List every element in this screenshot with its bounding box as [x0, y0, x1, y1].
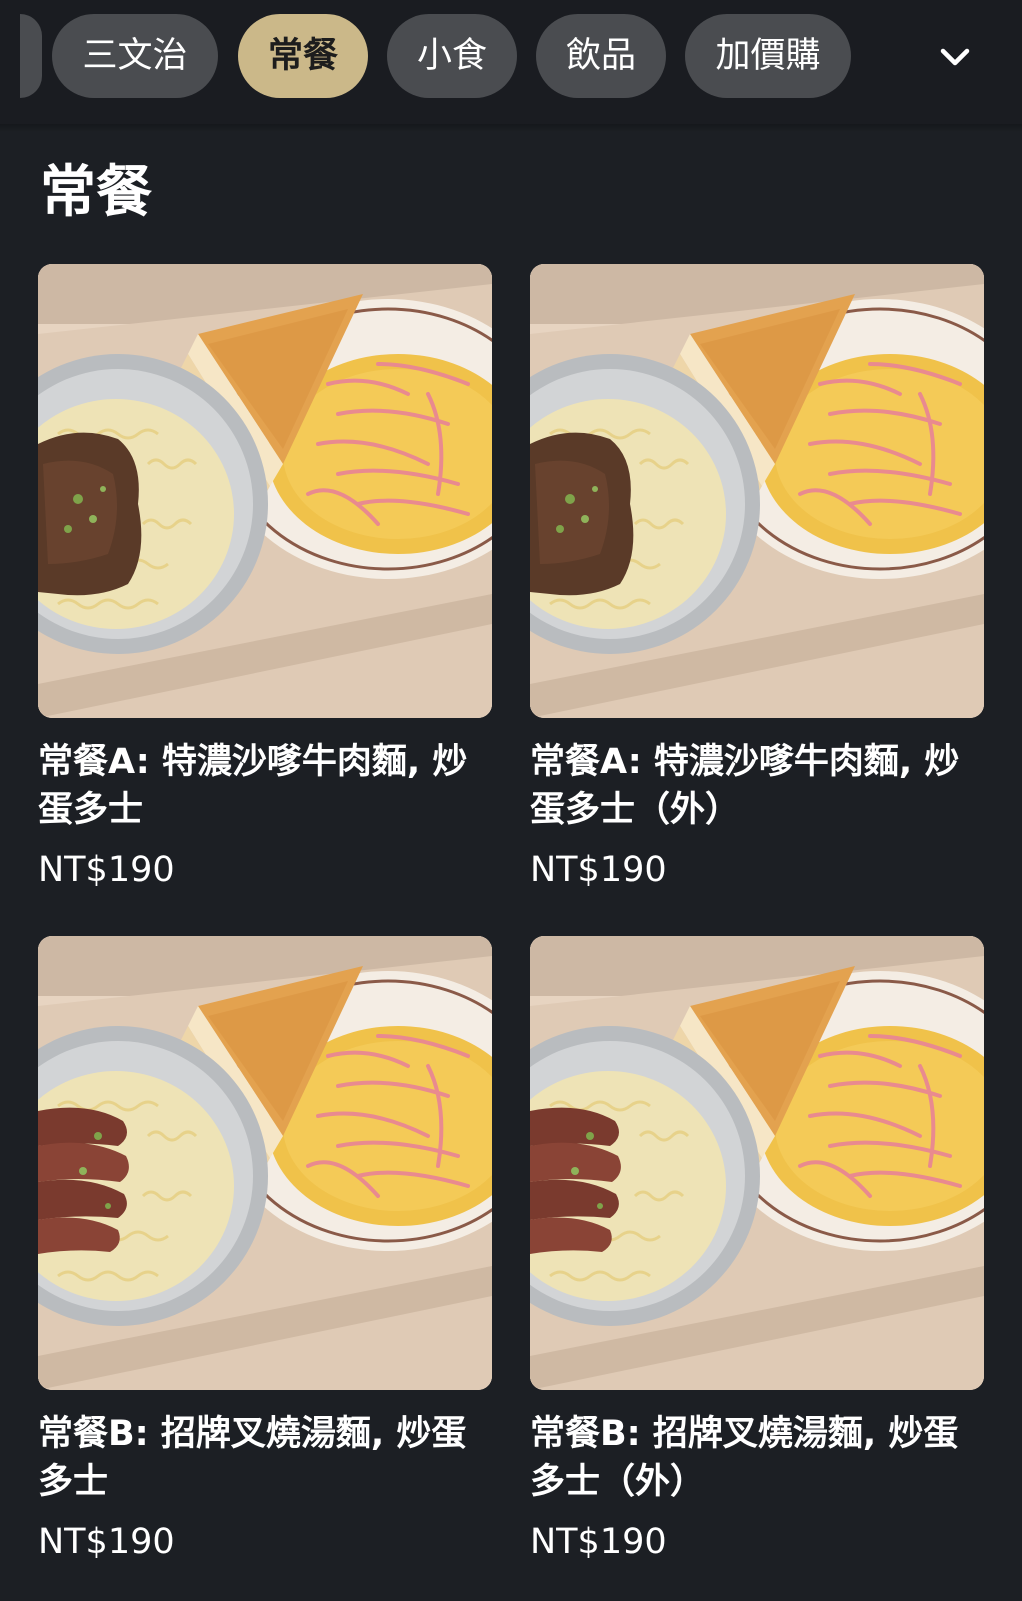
product-photo-beef-noodle-set[interactable]: [530, 264, 984, 718]
product-card[interactable]: 常餐A: 特濃沙嗲牛肉麵, 炒蛋多士 NT$190: [38, 264, 492, 892]
product-photo-char-siu-noodle-set[interactable]: [530, 936, 984, 1390]
category-chip-add-on[interactable]: 加價購: [685, 14, 851, 98]
product-price: NT$190: [530, 1522, 667, 1562]
category-bar[interactable]: 三文治 常餐 小食 飲品 加價購: [0, 0, 1022, 124]
product-name: 常餐A: 特濃沙嗲牛肉麵, 炒蛋多士: [38, 742, 468, 830]
product-price: NT$190: [530, 850, 667, 890]
beef-slices: [530, 432, 634, 596]
category-chip-sandwich[interactable]: 三文治: [52, 14, 218, 98]
category-chip-snacks[interactable]: 小食: [387, 14, 517, 98]
product-card[interactable]: 常餐B: 招牌叉燒湯麵, 炒蛋多士（外） NT$190: [530, 936, 984, 1564]
product-photo-char-siu-noodle-set[interactable]: [38, 936, 492, 1390]
product-price: NT$190: [38, 1522, 175, 1562]
product-name: 常餐B: 招牌叉燒湯麵, 炒蛋多士（外）: [530, 1414, 959, 1502]
menu-page: 三文治 常餐 小食 飲品 加價購 常餐 常餐A: 特濃沙嗲牛肉麵, 炒蛋多士 N…: [0, 0, 1022, 1601]
product-name: 常餐B: 招牌叉燒湯麵, 炒蛋多士: [38, 1414, 467, 1502]
section-title: 常餐: [40, 160, 152, 225]
category-chip-drinks[interactable]: 飲品: [536, 14, 666, 98]
beef-slices: [38, 432, 142, 596]
category-chip-set-meal[interactable]: 常餐: [238, 14, 368, 98]
product-name: 常餐A: 特濃沙嗲牛肉麵, 炒蛋多士（外）: [530, 742, 960, 830]
category-bar-divider: [0, 124, 1022, 132]
product-card[interactable]: 常餐B: 招牌叉燒湯麵, 炒蛋多士 NT$190: [38, 936, 492, 1564]
product-photo-beef-noodle-set[interactable]: [38, 264, 492, 718]
product-card[interactable]: 常餐A: 特濃沙嗲牛肉麵, 炒蛋多士（外） NT$190: [530, 264, 984, 892]
category-chip-partial[interactable]: [20, 14, 42, 98]
chevron-down-icon[interactable]: [935, 38, 975, 78]
product-price: NT$190: [38, 850, 175, 890]
